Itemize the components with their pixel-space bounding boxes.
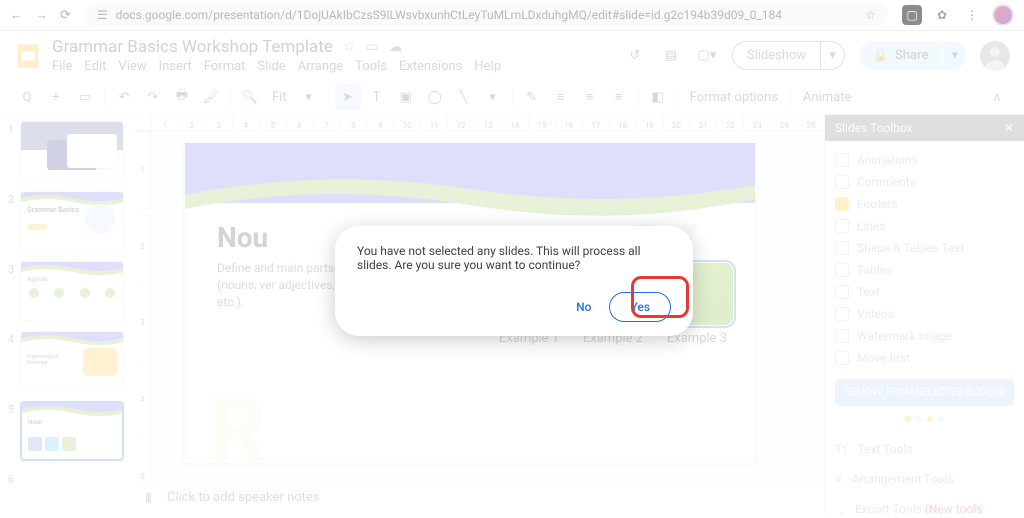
search-menus-icon[interactable]: Q bbox=[14, 84, 40, 110]
menu-file[interactable]: File bbox=[52, 59, 72, 74]
dialog-message: You have not selected any slides. This w… bbox=[357, 244, 671, 272]
comments-icon[interactable]: ▤ bbox=[660, 45, 682, 67]
sidebar-remove-button[interactable]: REMOVE FROM SELECTED SLIDE(S) bbox=[835, 379, 1014, 406]
menu-view[interactable]: View bbox=[118, 59, 146, 74]
menu-format[interactable]: Format bbox=[204, 59, 246, 74]
ruler-vertical: 12345 bbox=[135, 131, 151, 514]
url-text: docs.google.com/presentation/d/1DojUAkIb… bbox=[116, 8, 782, 22]
thumbnail-slide-4[interactable]: Importance Of Grammar bbox=[20, 331, 124, 391]
text-tools[interactable]: TᴛText Tools bbox=[835, 434, 1014, 464]
share-button[interactable]: 🔒 Share bbox=[859, 41, 943, 70]
animate-button[interactable]: Animate bbox=[797, 90, 857, 105]
back-icon[interactable]: ← bbox=[10, 7, 23, 23]
menu-extensions[interactable]: Extensions bbox=[399, 59, 462, 74]
cloud-status-icon: ☁ bbox=[389, 39, 403, 55]
hide-menus-icon[interactable]: ʌ bbox=[984, 84, 1010, 110]
sidebar-title: Slides Toolbox bbox=[835, 121, 913, 135]
address-bar[interactable]: ☰ docs.google.com/presentation/d/1DojUAk… bbox=[85, 4, 888, 26]
forward-icon[interactable]: → bbox=[35, 7, 48, 23]
star-doc-icon[interactable]: ☆ bbox=[343, 39, 356, 55]
browser-chrome: ← → ⟳ ☰ docs.google.com/presentation/d/1… bbox=[0, 0, 1024, 31]
site-info-icon[interactable]: ☰ bbox=[97, 8, 108, 22]
arrangement-tools[interactable]: ≡Arrangement Tools bbox=[835, 464, 1014, 494]
move-doc-icon[interactable]: ▭ bbox=[365, 39, 378, 55]
new-slide-icon[interactable]: + bbox=[43, 84, 69, 110]
extension-icon-1[interactable]: ▢ bbox=[902, 5, 922, 25]
dialog-yes-button[interactable]: Yes bbox=[609, 292, 671, 322]
transition-icon[interactable]: ◧ bbox=[645, 84, 671, 110]
select-tool-icon[interactable]: ➤ bbox=[335, 84, 361, 110]
shape-icon[interactable]: ◯ bbox=[422, 84, 448, 110]
thumbnail-slide-3[interactable]: Agenda bbox=[20, 261, 124, 321]
sidebar-close-icon[interactable]: ✕ bbox=[1004, 121, 1014, 135]
speaker-notes[interactable]: Click to add speaker notes bbox=[151, 480, 824, 514]
paint-format-icon[interactable]: 🖌 bbox=[198, 84, 224, 110]
format-options-button[interactable]: Format options bbox=[684, 90, 784, 105]
browser-profile-avatar[interactable] bbox=[992, 4, 1014, 26]
ruler-horizontal: 1234567891011121314151617181920212223242… bbox=[135, 115, 824, 131]
menu-edit[interactable]: Edit bbox=[84, 59, 106, 74]
account-avatar[interactable] bbox=[980, 41, 1010, 71]
meet-icon[interactable]: ▢▾ bbox=[696, 45, 718, 67]
image-icon[interactable]: ▣ bbox=[393, 84, 419, 110]
share-dropdown[interactable]: ▾ bbox=[943, 41, 966, 70]
print-icon[interactable]: 🖶 bbox=[169, 84, 195, 110]
slides-logo-icon[interactable] bbox=[14, 42, 42, 70]
confirm-dialog: You have not selected any slides. This w… bbox=[335, 226, 693, 336]
star-icon[interactable]: ☆ bbox=[865, 8, 876, 22]
thumbnail-slide-5[interactable]: Noun bbox=[20, 401, 124, 461]
menu-bar: File Edit View Insert Format Slide Arran… bbox=[52, 59, 624, 74]
menu-help[interactable]: Help bbox=[474, 59, 501, 74]
thumbnail-panel: 1 2 Grammar Basics 3 Agenda 4 Importance… bbox=[0, 115, 135, 514]
line-icon[interactable]: ╲ bbox=[451, 84, 477, 110]
line-start-icon[interactable]: ≡ bbox=[606, 84, 632, 110]
slideshow-button[interactable]: Slideshow▾ bbox=[732, 41, 845, 70]
toolbar: Q + ▭ ↶ ↷ 🖶 🖌 🔍 Fit ▾ ➤ T ▣ ◯ ╲ ▾ ✎ ≡ ≡ … bbox=[0, 80, 1024, 115]
zoom-level[interactable]: Fit bbox=[266, 90, 293, 105]
thumbnail-slide-1[interactable] bbox=[20, 121, 124, 181]
extension-puzzle-icon[interactable]: ✿ bbox=[932, 5, 952, 25]
export-tools[interactable]: ↗Export Tools (New tools added) bbox=[835, 494, 1014, 514]
textbox-icon[interactable]: T bbox=[364, 84, 390, 110]
line-weight-icon[interactable]: ≡ bbox=[548, 84, 574, 110]
redo-icon[interactable]: ↷ bbox=[140, 84, 166, 110]
chrome-menu-icon[interactable]: ⋮ bbox=[962, 5, 982, 25]
slides-toolbox-panel: Slides Toolbox ✕ Animations Comments Foo… bbox=[824, 115, 1024, 514]
doc-title[interactable]: Grammar Basics Workshop Template bbox=[52, 37, 333, 57]
menu-arrange[interactable]: Arrange bbox=[298, 59, 343, 74]
layout-icon[interactable]: ▭ bbox=[72, 84, 98, 110]
reload-icon[interactable]: ⟳ bbox=[60, 8, 71, 23]
line-dash-icon[interactable]: ≡ bbox=[577, 84, 603, 110]
zoom-icon[interactable]: 🔍 bbox=[237, 84, 263, 110]
menu-tools[interactable]: Tools bbox=[355, 59, 387, 74]
pen-color-icon[interactable]: ✎ bbox=[519, 84, 545, 110]
menu-slide[interactable]: Slide bbox=[257, 59, 285, 74]
thumbnail-slide-2[interactable]: Grammar Basics bbox=[20, 191, 124, 251]
undo-icon[interactable]: ↶ bbox=[111, 84, 137, 110]
lock-icon: 🔒 bbox=[873, 48, 889, 63]
app-header: Grammar Basics Workshop Template ☆ ▭ ☁ F… bbox=[0, 31, 1024, 80]
history-icon[interactable]: ↺ bbox=[624, 45, 646, 67]
menu-insert[interactable]: Insert bbox=[159, 59, 192, 74]
bg-letter-r: R bbox=[209, 378, 267, 463]
dialog-no-button[interactable]: No bbox=[568, 294, 599, 320]
